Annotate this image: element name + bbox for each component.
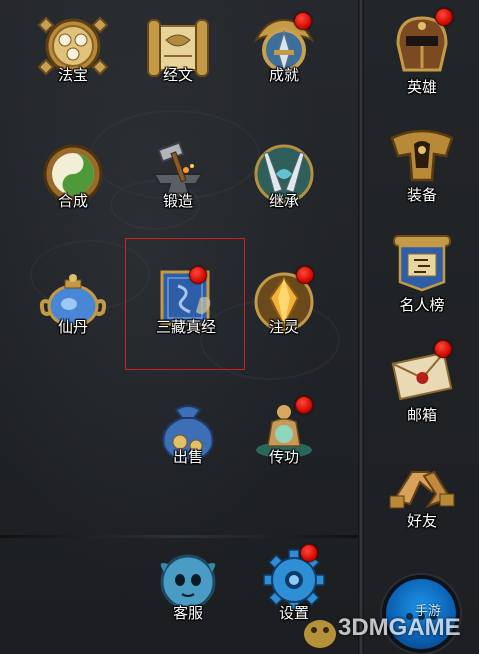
menu-tile-hecheng[interactable]: 合成 [27,136,119,228]
menu-tile-fabao[interactable]: 法宝 [27,8,119,100]
tile-label: 出售 [172,448,203,466]
tile-label: 传功 [268,448,299,466]
tile-label: 三藏真经 [155,318,216,336]
side-menu-yingxiong[interactable]: 英雄 [376,6,468,98]
tile-label: 注灵 [268,318,299,336]
notification-badge [295,396,313,414]
menu-tile-jicheng[interactable]: 继承 [238,136,330,228]
armor-icon [390,129,454,182]
side-menu-label: 装备 [406,186,437,204]
menu-tile-chengjiu[interactable]: 成就 [238,8,330,100]
menu-tile-jingwen[interactable]: 经文 [132,8,224,100]
notification-badge [434,340,452,358]
watermark-text: 3DMGAME [338,614,461,641]
side-menu-mingrenbang[interactable]: 名人榜 [376,226,468,318]
side-menu-label: 英雄 [406,78,437,96]
menu-tile-sanzang[interactable]: 三藏真经 [140,264,232,356]
menu-tile-chuangong[interactable]: 传功 [238,392,330,484]
notification-badge [435,8,453,26]
watermark: 3DMGAME 手游 [300,600,479,654]
side-menu-label: 好友 [406,512,437,530]
tile-label: 法宝 [57,66,88,84]
watermark-text-cn: 手游 [415,604,442,619]
tile-label: 仙丹 [57,318,88,336]
side-menu-zhuangbei[interactable]: 装备 [376,116,468,208]
menu-tile-zhuling[interactable]: 注灵 [238,264,330,356]
notification-badge [294,12,312,30]
menu-tile-kefu[interactable]: 客服 [142,542,234,634]
tile-label: 客服 [172,604,203,622]
notification-badge [189,266,207,284]
bottom-divider [0,535,362,538]
side-menu-label: 名人榜 [399,296,445,314]
side-menu-youxiang[interactable]: 邮箱 [376,336,468,428]
menu-tile-duanzao[interactable]: 锻造 [132,136,224,228]
menu-tile-xiandan[interactable]: 仙丹 [27,264,119,356]
side-menu-panel [364,0,479,654]
notification-badge [300,544,318,562]
tile-label: 经文 [162,66,193,84]
handshake-icon [389,470,455,509]
menu-tile-chushou[interactable]: 出售 [142,392,234,484]
tile-label: 合成 [57,192,88,210]
side-menu-label: 邮箱 [406,406,437,424]
tile-label: 成就 [268,66,299,84]
tile-label: 继承 [268,192,299,210]
notification-badge [296,266,314,284]
side-menu-haoyou[interactable]: 好友 [376,446,468,538]
tile-label: 锻造 [162,192,193,210]
ranking-banner-icon [393,235,451,292]
watermark-mascot-icon [304,620,336,648]
